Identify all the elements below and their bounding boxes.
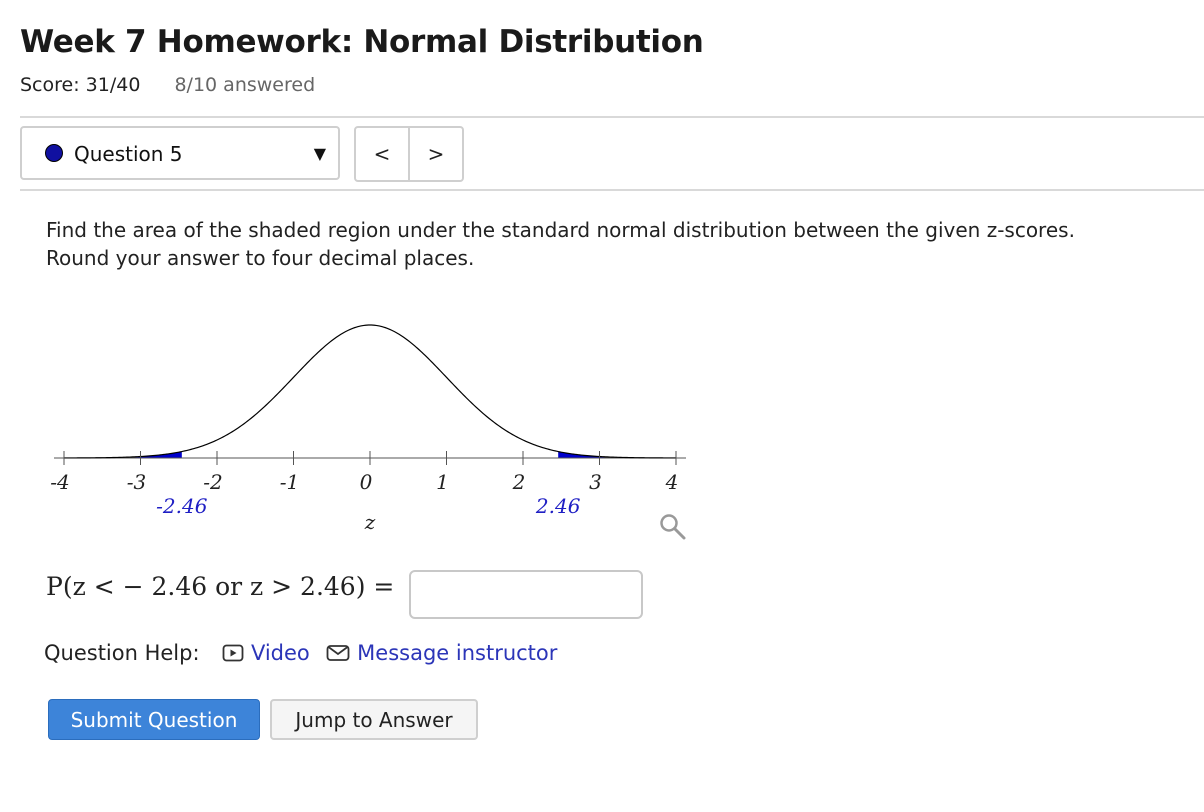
prev-question-button[interactable]: < [356,128,410,180]
dropdown-caret-icon: ▼ [313,144,326,163]
marked-value-2.46: 2.46 [535,494,581,518]
status-dot-icon [45,144,63,162]
probability-expression: P(z < − 2.46 or z > 2.46) = [46,572,395,601]
answer-input[interactable] [409,570,643,619]
tick-label--2: -2 [203,470,222,494]
question-nav-buttons: < > [354,126,464,182]
question-prompt: Find the area of the shaded region under… [46,216,1156,272]
page-title: Week 7 Homework: Normal Distribution [20,24,704,60]
question-select-label: Question 5 [74,142,183,166]
zoom-icon[interactable] [658,512,688,546]
next-question-button[interactable]: > [410,128,462,180]
jump-to-answer-button[interactable]: Jump to Answer [270,699,478,740]
tick-label--1: -1 [280,470,299,494]
prompt-line-2: Round your answer to four decimal places… [46,246,475,270]
video-link-label: Video [250,641,310,665]
tick-label-1: 1 [436,470,449,494]
question-select[interactable]: Question 5 ▼ [20,126,340,180]
score-text: Score: 31/40 [20,74,141,96]
score-row: Score: 31/40 8/10 answered [20,74,315,96]
question-help: Question Help: Video Message instructor [44,641,557,665]
tick-label-2: 2 [512,470,526,494]
tick-label-0: 0 [360,470,373,494]
question-help-label: Question Help: [44,641,200,665]
divider-top [20,116,1204,118]
message-instructor-link[interactable]: Message instructor [326,641,557,665]
normal-curve [63,324,677,459]
submit-question-button[interactable]: Submit Question [48,699,260,740]
marked-value--2.46: -2.46 [156,494,208,518]
tick-label--3: -3 [127,470,146,494]
tick-label--4: -4 [50,470,69,494]
mail-icon [327,645,350,661]
tick-label-3: 3 [589,470,602,494]
message-instructor-label: Message instructor [357,641,558,665]
tick-label-4: 4 [665,470,679,494]
video-icon [222,644,244,662]
normal-distribution-graph: -4 -3 -2 -1 0 1 2 3 4 -2.46 2.46 z [50,324,686,534]
x-axis-label: z [364,510,376,534]
prompt-line-1: Find the area of the shaded region under… [46,218,1075,242]
answered-count: 8/10 answered [174,74,316,96]
video-link[interactable]: Video [222,641,316,665]
divider-bottom [20,189,1204,191]
